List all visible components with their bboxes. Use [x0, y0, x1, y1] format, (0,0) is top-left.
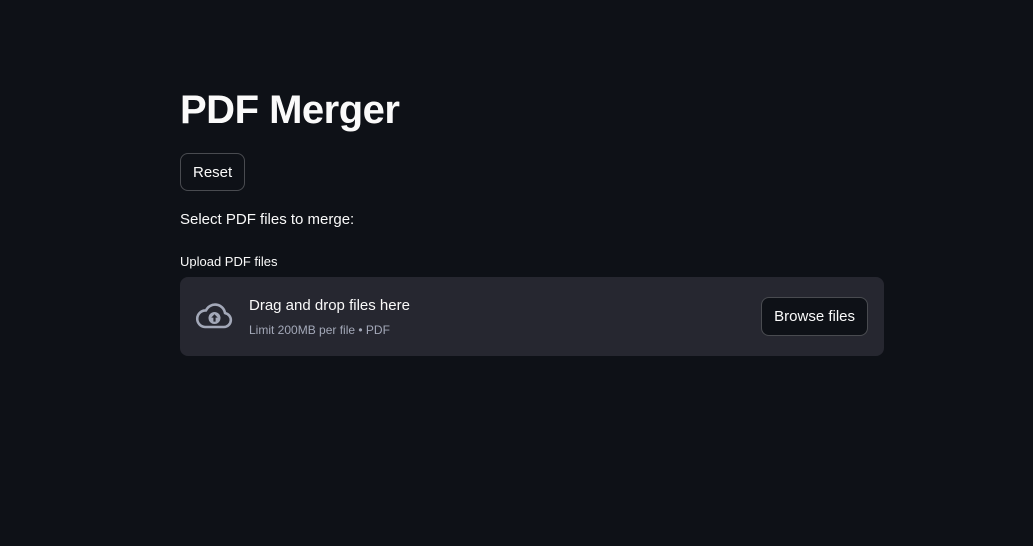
dropzone-instruction: Drag and drop files here	[249, 297, 410, 314]
page-title: PDF Merger	[180, 88, 400, 132]
cloud-upload-icon	[195, 303, 233, 329]
uploader-label: Upload PDF files	[180, 254, 278, 269]
file-dropzone[interactable]: Drag and drop files here Limit 200MB per…	[180, 277, 884, 356]
file-limit-text: Limit 200MB per file • PDF	[249, 323, 390, 337]
browse-files-button[interactable]: Browse files	[761, 297, 868, 336]
reset-button[interactable]: Reset	[180, 153, 246, 191]
instructions-text: Select PDF files to merge:	[180, 211, 355, 228]
